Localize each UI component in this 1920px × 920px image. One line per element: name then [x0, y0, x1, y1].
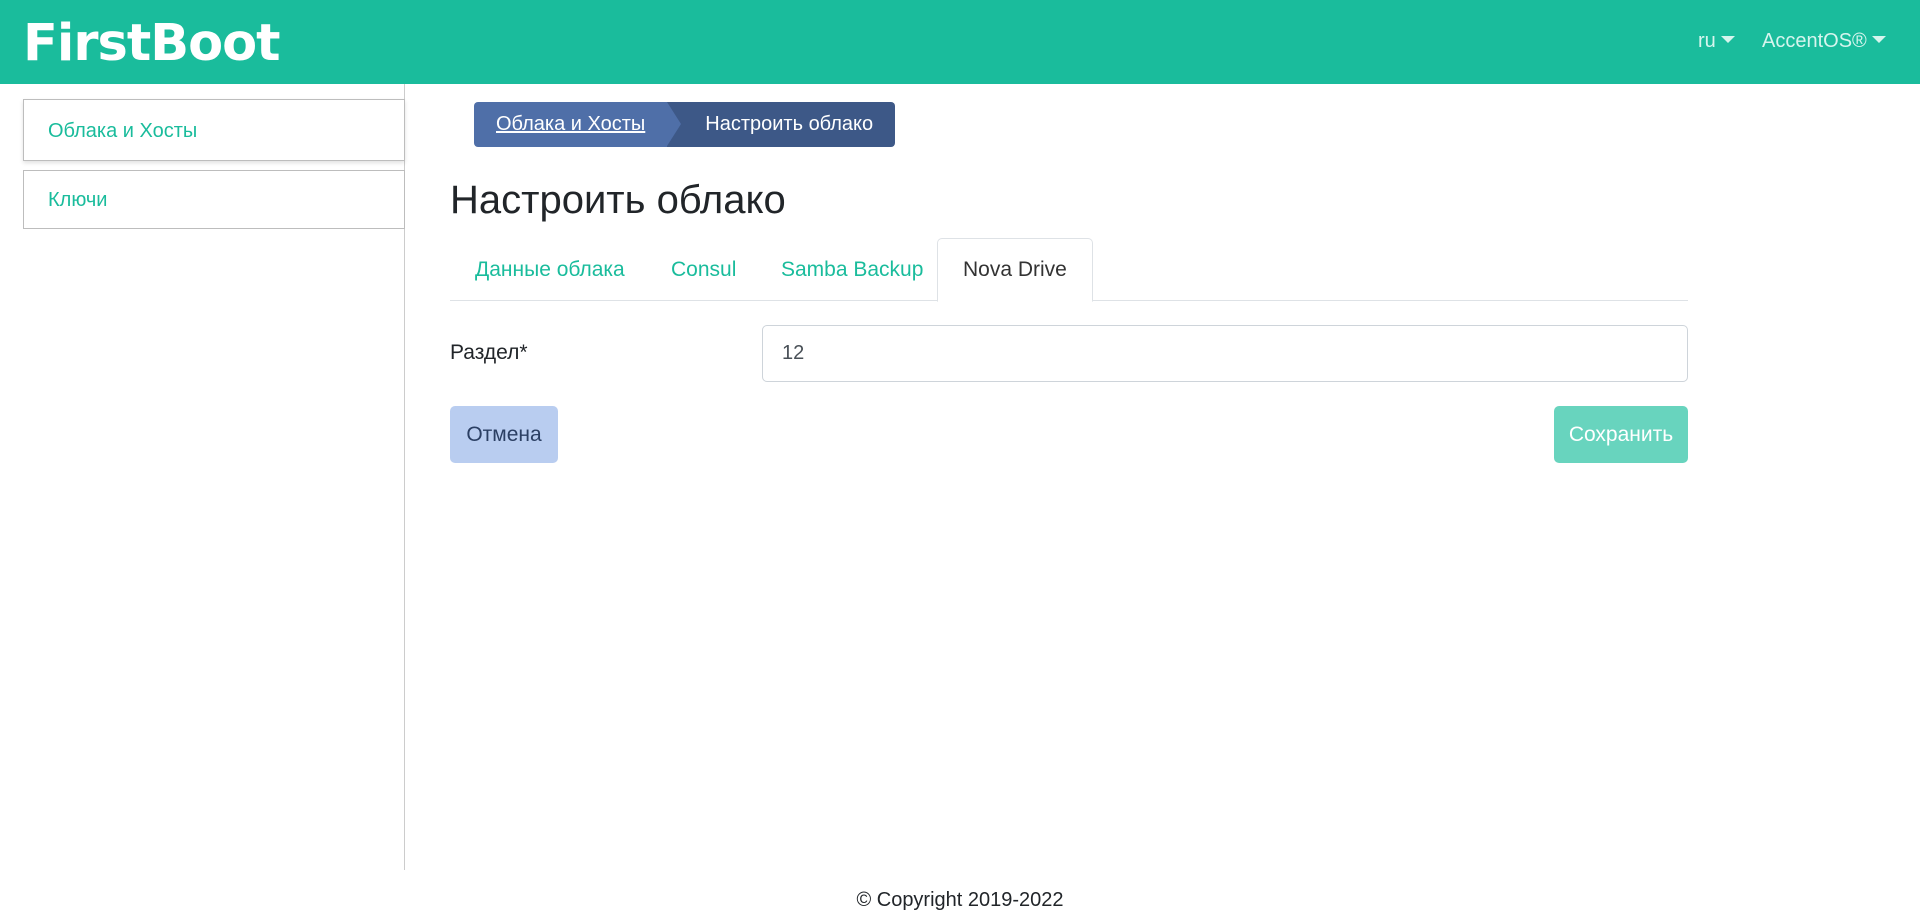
breadcrumb: Облака и Хосты Настроить облако: [474, 102, 896, 147]
tab-consul[interactable]: Consul: [646, 238, 761, 301]
cancel-button[interactable]: Отмена: [450, 406, 558, 463]
page-title: Настроить облако: [450, 178, 786, 222]
tab-bar: Данные облака Consul Samba Backup Nova D…: [450, 238, 1688, 302]
sidebar-item-clouds-hosts[interactable]: Облака и Хосты: [23, 99, 405, 161]
breadcrumb-link-clouds-hosts[interactable]: Облака и Хосты: [474, 102, 682, 147]
tab-nova-drive[interactable]: Nova Drive: [937, 238, 1093, 302]
app-logo[interactable]: FirstBoot: [23, 16, 281, 72]
breadcrumb-current: Настроить облако: [667, 102, 896, 147]
tab-cloud-data[interactable]: Данные облака: [450, 238, 650, 301]
save-button[interactable]: Сохранить: [1554, 406, 1688, 463]
top-navbar: FirstBoot ru AccentOS®: [0, 0, 1920, 84]
section-label: Раздел*: [450, 341, 528, 364]
user-dropdown[interactable]: AccentOS®: [1762, 26, 1886, 56]
section-input[interactable]: [762, 325, 1688, 382]
footer-copyright: © Copyright 2019-2022: [856, 889, 1064, 911]
language-dropdown[interactable]: ru: [1698, 26, 1735, 56]
sidebar-item-keys[interactable]: Ключи: [23, 170, 405, 229]
caret-down-icon: [1720, 36, 1735, 44]
tab-samba-backup[interactable]: Samba Backup: [756, 238, 948, 301]
language-label: ru: [1698, 30, 1716, 52]
user-label: AccentOS®: [1762, 30, 1867, 52]
caret-down-icon: [1871, 36, 1886, 44]
